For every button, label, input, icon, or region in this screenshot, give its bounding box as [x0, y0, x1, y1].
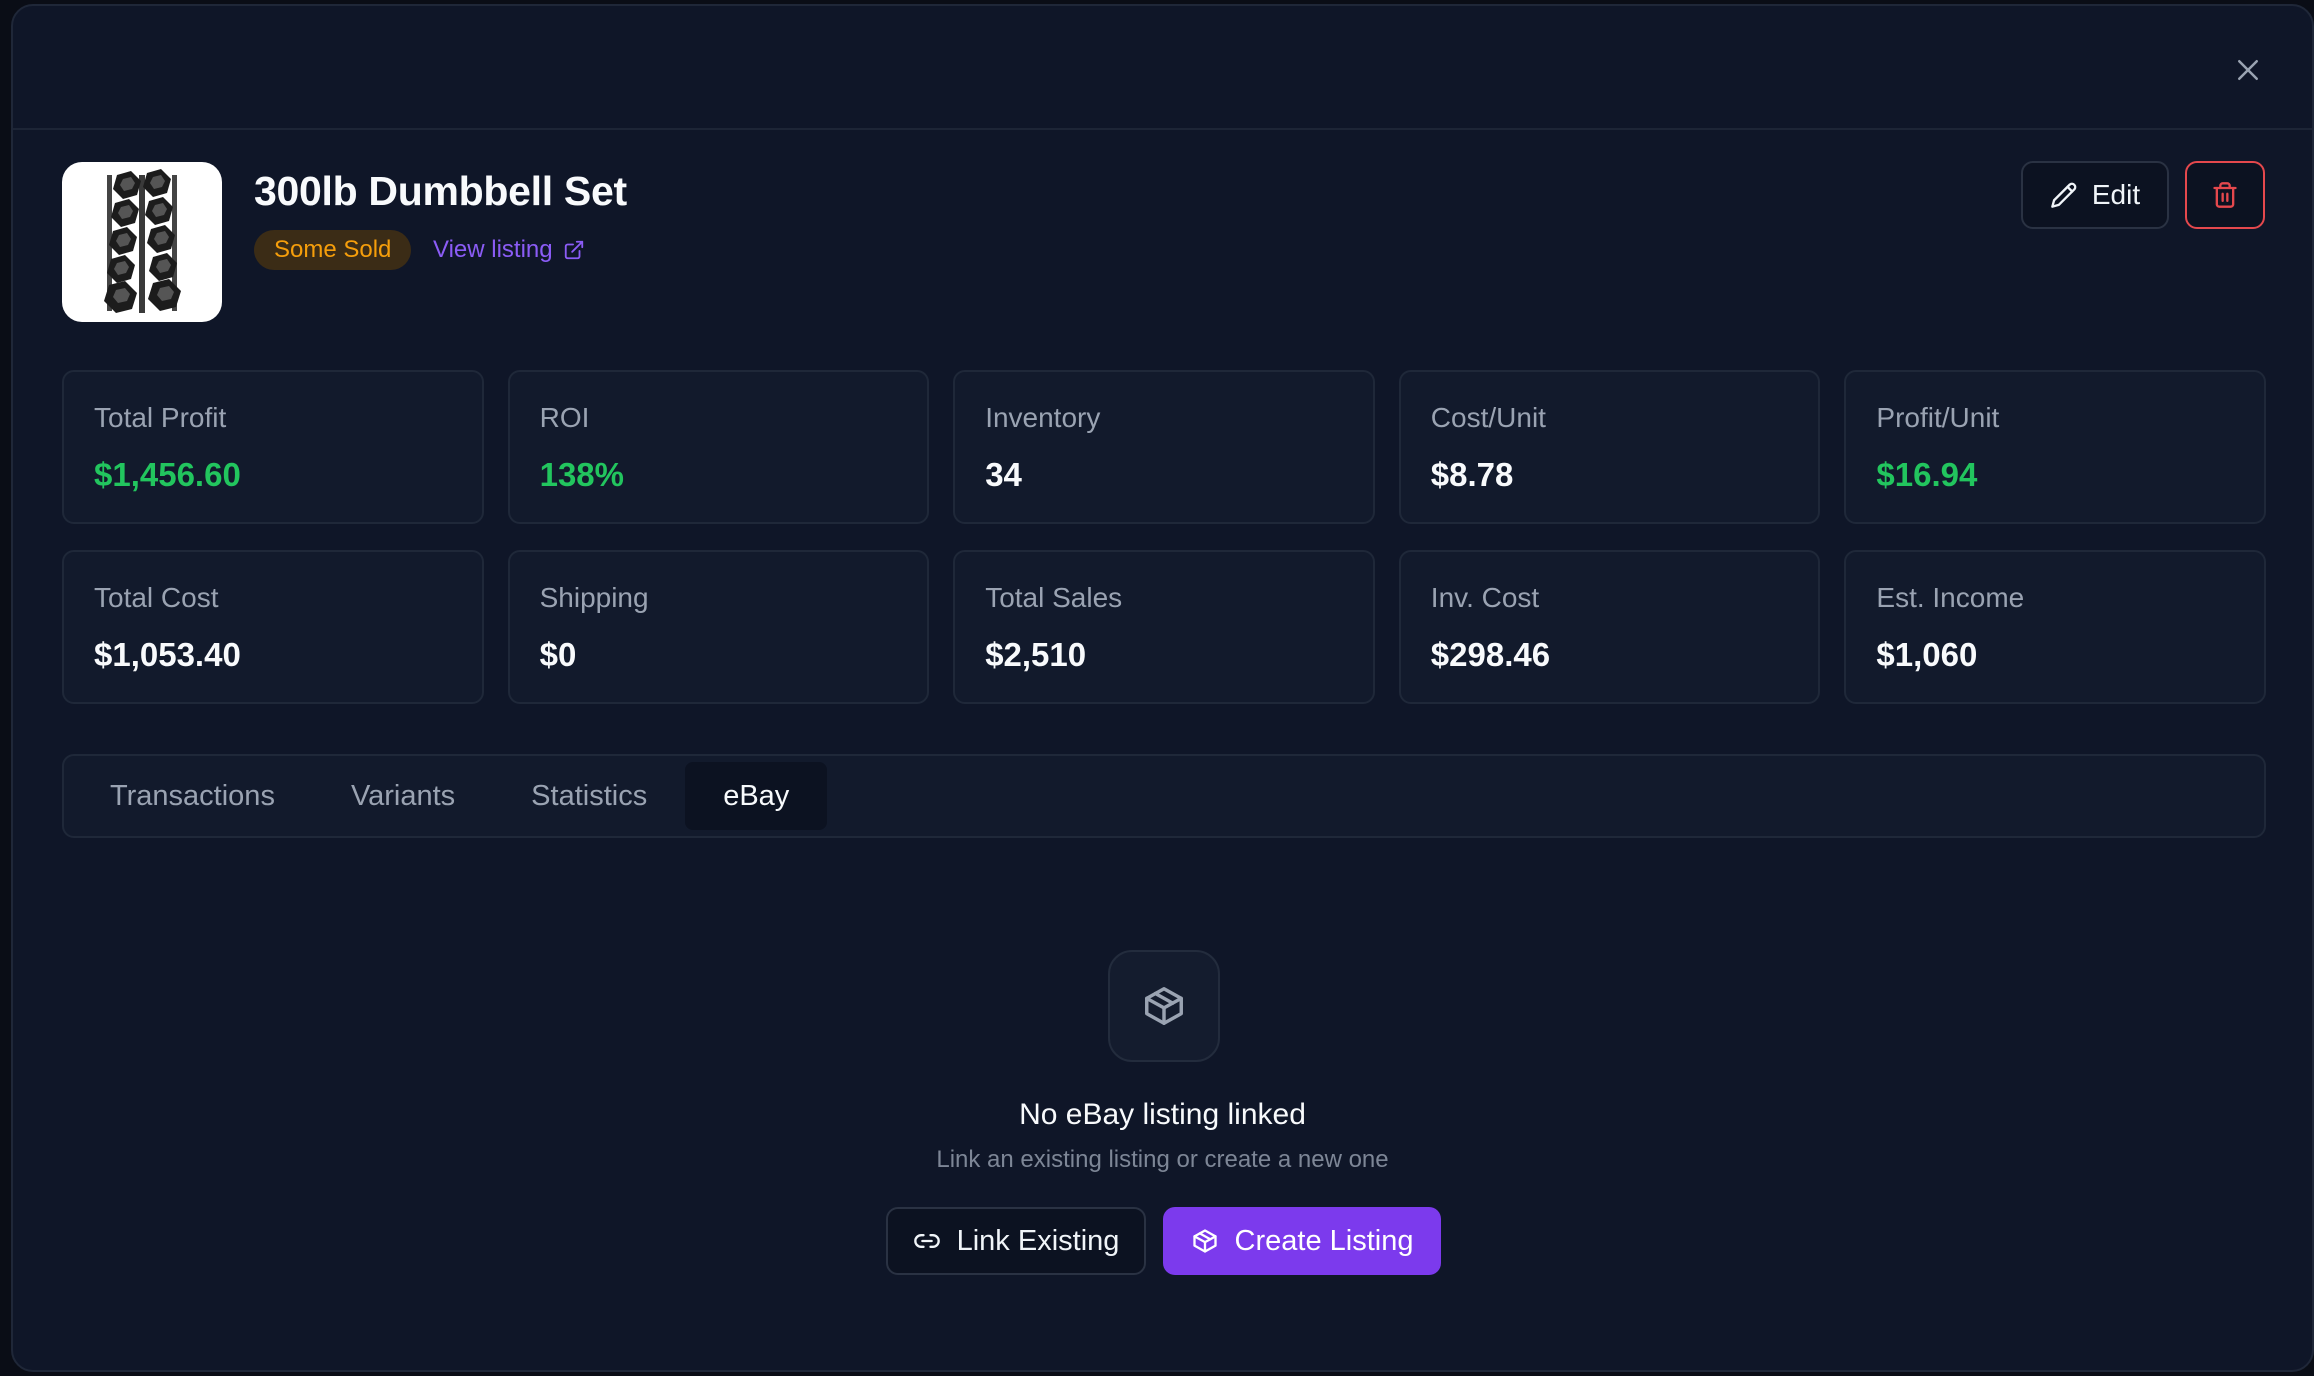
empty-state-subtitle: Link an existing listing or create a new…	[936, 1146, 1389, 1173]
view-listing-link[interactable]: View listing	[433, 232, 585, 268]
view-listing-label: View listing	[433, 236, 553, 263]
stat-label: Est. Income	[1876, 582, 2025, 613]
stat-value: 34	[985, 456, 1022, 493]
stat-card-inv-cost: Inv. Cost $298.46	[1398, 550, 1821, 704]
stat-label: Shipping	[539, 582, 649, 613]
product-detail-modal: 300lb Dumbbell Set Some Sold View listin…	[11, 4, 2314, 1372]
stat-label: Total Sales	[985, 582, 1123, 613]
stat-label: Total Profit	[94, 402, 227, 433]
tab-variants[interactable]: Variants	[313, 762, 493, 830]
trash-icon	[2213, 182, 2237, 208]
stat-card-total-sales: Total Sales $2,510	[953, 550, 1375, 704]
tab-transactions[interactable]: Transactions	[72, 762, 313, 830]
tab-bar: Transactions Variants Statistics eBay	[62, 754, 2266, 838]
stat-value: 138%	[539, 456, 624, 493]
stat-card-profit-unit: Profit/Unit $16.94	[1844, 370, 2266, 524]
stats-grid: Total Profit $1,456.60 ROI 138% Inventor…	[62, 370, 2266, 704]
link-icon	[913, 1234, 940, 1248]
external-link-icon	[564, 240, 583, 260]
link-existing-label: Link Existing	[956, 1224, 1120, 1257]
stat-label: Cost/Unit	[1430, 402, 1546, 433]
empty-state-icon-box	[1108, 950, 1220, 1062]
stat-label: Profit/Unit	[1876, 402, 2000, 433]
close-button[interactable]	[2228, 50, 2268, 90]
stat-value: $1,456.60	[94, 456, 241, 493]
stat-card-shipping: Shipping $0	[507, 550, 930, 704]
delete-button[interactable]	[2185, 161, 2265, 229]
tab-ebay[interactable]: eBay	[685, 762, 828, 830]
stat-label: ROI	[539, 402, 590, 433]
stat-card-total-profit: Total Profit $1,456.60	[62, 370, 484, 524]
create-listing-label: Create Listing	[1234, 1224, 1414, 1257]
stat-value: $298.46	[1430, 636, 1551, 673]
create-listing-button[interactable]: Create Listing	[1163, 1207, 1441, 1275]
stat-value: $1,060	[1876, 636, 1978, 673]
modal-header-bar	[13, 6, 2312, 130]
stat-card-total-cost: Total Cost $1,053.40	[62, 550, 484, 704]
stat-card-cost-unit: Cost/Unit $8.78	[1398, 370, 1821, 524]
tab-statistics[interactable]: Statistics	[493, 762, 685, 830]
pencil-icon	[2051, 182, 2077, 208]
stat-label: Inventory	[985, 402, 1101, 433]
stat-value: $16.94	[1876, 456, 1978, 493]
package-icon	[1145, 987, 1183, 1025]
stat-label: Inv. Cost	[1430, 582, 1540, 613]
close-icon	[2238, 60, 2258, 80]
stat-value: $1,053.40	[94, 636, 241, 673]
product-title: 300lb Dumbbell Set	[254, 168, 627, 214]
stat-label: Total Cost	[94, 582, 219, 613]
status-badge: Some Sold	[254, 230, 412, 270]
dumbbell-rack-image	[104, 169, 181, 313]
package-icon	[1192, 1229, 1217, 1253]
product-image	[62, 162, 222, 322]
edit-button[interactable]: Edit	[2021, 161, 2169, 229]
stat-card-roi: ROI 138%	[507, 370, 930, 524]
empty-state-title: No eBay listing linked	[1019, 1098, 1306, 1131]
stat-card-inventory: Inventory 34	[953, 370, 1375, 524]
stat-value: $0	[539, 636, 577, 673]
stat-value: $2,510	[985, 636, 1087, 673]
stat-card-est-income: Est. Income $1,060	[1844, 550, 2266, 704]
stat-value: $8.78	[1430, 456, 1514, 493]
link-existing-button[interactable]: Link Existing	[886, 1207, 1146, 1275]
edit-label: Edit	[2091, 179, 2141, 210]
